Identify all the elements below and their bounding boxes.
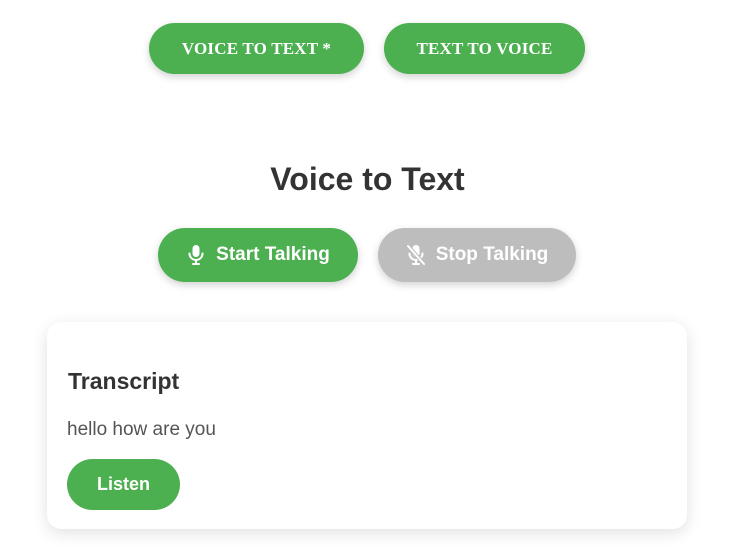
transcript-card: Transcript hello how are you Listen	[47, 322, 687, 529]
transcript-title: Transcript	[68, 368, 180, 394]
voice-to-text-tab[interactable]: VOICE TO TEXT *	[149, 23, 364, 74]
start-talking-button[interactable]: Start Talking	[158, 228, 358, 282]
mode-tabs: VOICE TO TEXT * TEXT TO VOICE	[149, 23, 585, 74]
text-to-voice-tab[interactable]: TEXT TO VOICE	[384, 23, 585, 74]
page-title: Voice to Text	[270, 161, 465, 197]
talk-controls: Start Talking Stop Talking	[158, 228, 576, 282]
transcript-text: hello how are you	[67, 419, 216, 440]
listen-button[interactable]: Listen	[67, 459, 180, 510]
microphone-icon	[186, 244, 206, 266]
start-talking-label: Start Talking	[216, 244, 330, 265]
microphone-off-icon	[405, 244, 426, 266]
stop-talking-label: Stop Talking	[435, 244, 549, 265]
page: VOICE TO TEXT * TEXT TO VOICE Voice to T…	[0, 0, 735, 553]
stop-talking-button[interactable]: Stop Talking	[378, 228, 576, 282]
